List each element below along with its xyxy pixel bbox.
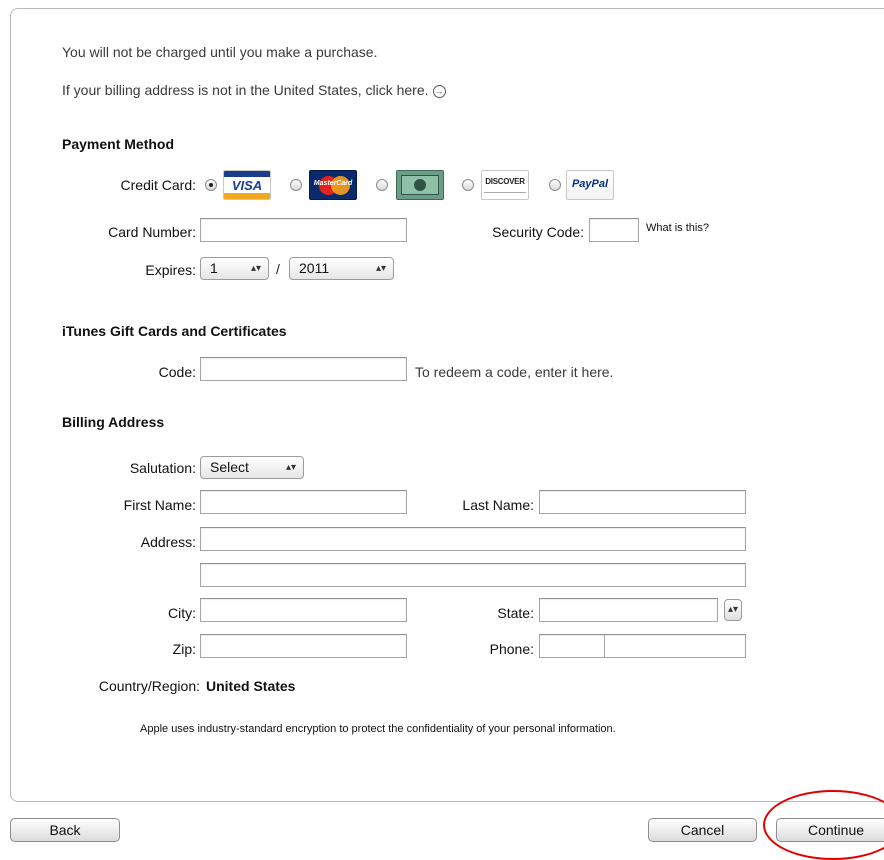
expires-separator: / — [276, 261, 280, 277]
non-us-billing-link-text[interactable]: If your billing address is not in the Un… — [62, 82, 429, 98]
address-label: Address: — [140, 534, 196, 550]
salutation-label: Salutation: — [129, 460, 196, 476]
card-number-field[interactable] — [200, 218, 407, 242]
amex-radio[interactable] — [376, 179, 388, 191]
zip-label: Zip: — [172, 641, 196, 657]
city-label: City: — [168, 605, 196, 621]
city-field[interactable] — [200, 598, 407, 622]
state-label: State: — [497, 605, 534, 621]
updown-arrows-icon: ▴▾ — [375, 263, 386, 274]
card-number-label: Card Number: — [108, 224, 196, 240]
what-is-this-link[interactable]: What is this? — [646, 222, 709, 234]
gift-code-field[interactable] — [200, 357, 407, 381]
last-name-label: Last Name: — [462, 497, 534, 513]
visa-radio[interactable] — [205, 179, 217, 191]
discover-logo-icon[interactable]: DISCOVER — [481, 170, 529, 200]
highlight-circle-annotation — [763, 790, 884, 860]
security-code-label: Security Code: — [492, 224, 584, 240]
amex-logo-icon[interactable] — [396, 170, 444, 200]
payment-method-heading: Payment Method — [62, 136, 175, 152]
discover-radio[interactable] — [462, 179, 474, 191]
arrow-circle-icon[interactable]: → — [432, 85, 446, 98]
paypal-radio[interactable] — [549, 179, 561, 191]
gift-code-hint: To redeem a code, enter it here. — [415, 364, 614, 380]
phone-field[interactable] — [539, 634, 746, 658]
non-us-billing-link[interactable]: If your billing address is not in the Un… — [62, 82, 446, 98]
country-region-label: Country/Region: — [98, 678, 200, 694]
state-field[interactable] — [539, 598, 718, 622]
address-line1-field[interactable] — [200, 527, 746, 551]
mastercard-radio[interactable] — [290, 179, 302, 191]
first-name-label: First Name: — [123, 497, 196, 513]
phone-label: Phone: — [489, 641, 534, 657]
phone-area-divider — [604, 635, 605, 657]
last-name-field[interactable] — [539, 490, 746, 514]
zip-field[interactable] — [200, 634, 407, 658]
updown-arrows-icon: ▴▾ — [285, 462, 296, 473]
back-button[interactable]: Back — [10, 818, 120, 842]
updown-arrows-icon: ▴▾ — [250, 263, 261, 274]
code-label: Code: — [158, 364, 196, 380]
no-charge-notice: You will not be charged until you make a… — [62, 44, 378, 60]
address-line2-field[interactable] — [200, 563, 746, 587]
salutation-select[interactable]: Select ▴▾ — [200, 456, 304, 479]
billing-address-heading: Billing Address — [62, 414, 165, 430]
visa-logo-icon[interactable]: VISA — [223, 170, 271, 200]
security-code-field[interactable] — [589, 218, 639, 242]
mastercard-logo-icon[interactable]: MasterCard — [309, 170, 357, 200]
gift-cards-heading: iTunes Gift Cards and Certificates — [62, 323, 287, 339]
cancel-button[interactable]: Cancel — [648, 818, 757, 842]
state-stepper-icon[interactable]: ▴▾ — [724, 599, 742, 621]
expires-label: Expires: — [145, 262, 196, 278]
expires-month-select[interactable]: 1 ▴▾ — [200, 257, 269, 280]
encryption-notice: Apple uses industry-standard encryption … — [140, 723, 616, 735]
expires-year-select[interactable]: 2011 ▴▾ — [289, 257, 394, 280]
country-region-value: United States — [206, 678, 296, 694]
first-name-field[interactable] — [200, 490, 407, 514]
credit-card-label: Credit Card: — [120, 177, 196, 193]
paypal-logo-icon[interactable]: PayPal — [566, 170, 614, 200]
